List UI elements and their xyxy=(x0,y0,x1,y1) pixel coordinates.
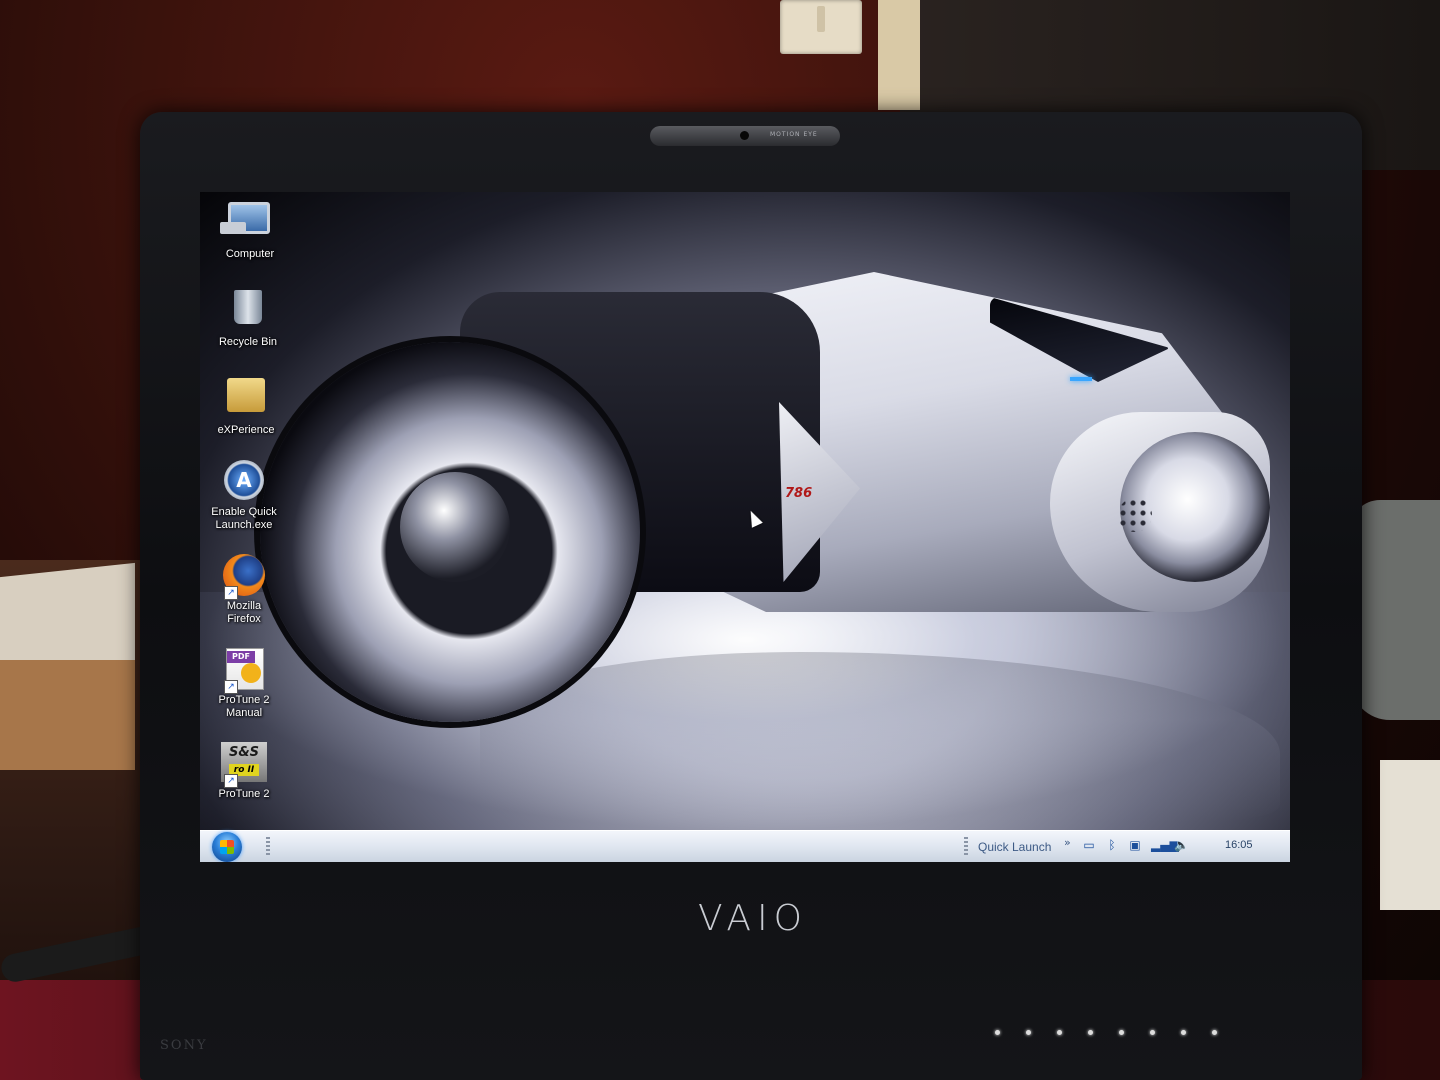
shortcut-arrow-icon: ↗ xyxy=(224,586,238,600)
status-lights xyxy=(995,1030,1217,1035)
desktop-icon-protune-manual[interactable]: ↗ ProTune 2 Manual xyxy=(200,648,288,720)
book xyxy=(1380,760,1440,910)
desktop-icon-label: Enable Quick Launch.exe xyxy=(211,506,277,531)
cardboard-box xyxy=(0,660,135,770)
webcam-lens-icon xyxy=(740,131,749,140)
aim-icon: A xyxy=(222,460,266,504)
sony-logo: SONY xyxy=(160,1038,208,1053)
volume-icon[interactable]: 🔈 xyxy=(1174,837,1189,853)
taskbar: Quick Launch » ▭ ᛒ ▣ ▂▄▆ 🔈 16:05 xyxy=(200,830,1290,862)
status-light xyxy=(1212,1030,1217,1035)
signal-strength-icon[interactable]: ▂▄▆ xyxy=(1151,837,1179,853)
start-button[interactable] xyxy=(212,832,242,862)
desktop-icon-protune[interactable]: S&S ro II ↗ ProTune 2 xyxy=(200,742,288,801)
desktop-icon-firefox[interactable]: ↗ Mozilla Firefox xyxy=(200,554,288,626)
ss-logo-text: S&S xyxy=(228,745,260,760)
desktop-icon-computer[interactable]: Computer xyxy=(206,194,294,261)
desktop-icon-recycle-bin[interactable]: Recycle Bin xyxy=(204,284,292,349)
quick-launch-chevron-icon[interactable]: » xyxy=(1064,836,1071,849)
wallpaper-speaker-grille xyxy=(1118,498,1152,532)
quick-launch-toolbar-label[interactable]: Quick Launch xyxy=(978,840,1051,854)
cloth xyxy=(1350,500,1440,720)
desktop-icon-label: Computer xyxy=(225,248,275,260)
desktop-icon-label: eXPerience xyxy=(217,424,275,436)
desktop-screen[interactable]: 786 Computer Recycle Bin eXPerience A En… xyxy=(200,192,1290,862)
windows-logo-icon xyxy=(220,840,234,854)
desktop-icon-label: Mozilla Firefox xyxy=(226,600,262,625)
taskbar-grip[interactable] xyxy=(964,837,968,857)
wallpaper-blue-light xyxy=(1070,377,1092,381)
door-trim xyxy=(878,0,920,110)
light-switch-toggle xyxy=(817,6,825,32)
vaio-logo: VAIO xyxy=(698,898,808,939)
show-desktop-icon[interactable]: ▭ xyxy=(1082,837,1096,853)
computer-icon xyxy=(228,202,272,246)
desktop-icon-enable-quick-launch[interactable]: A Enable Quick Launch.exe xyxy=(200,460,288,532)
desktop-icon-experience[interactable]: eXPerience xyxy=(202,372,290,437)
recycle-bin-icon xyxy=(226,290,270,334)
firefox-icon: ↗ xyxy=(222,554,266,600)
taskbar-clock[interactable]: 16:05 xyxy=(1225,839,1253,851)
desktop-icon-label: ProTune 2 Manual xyxy=(218,694,270,719)
system-tray: ▭ ᛒ ▣ ▂▄▆ 🔈 xyxy=(1082,837,1189,853)
folder-icon xyxy=(224,378,268,422)
pdf-icon: ↗ xyxy=(222,648,266,694)
wallpaper-bike-number: 786 xyxy=(785,486,813,501)
network-icon[interactable]: ▣ xyxy=(1128,837,1142,853)
desktop-icon-label: ProTune 2 xyxy=(218,788,270,800)
status-light xyxy=(1026,1030,1031,1035)
status-light xyxy=(1150,1030,1155,1035)
taskbar-grip[interactable] xyxy=(266,837,270,857)
desktop-icon-label: Recycle Bin xyxy=(218,336,278,348)
status-light xyxy=(1119,1030,1124,1035)
shortcut-arrow-icon: ↗ xyxy=(224,680,238,694)
ss-protune-icon: S&S ro II ↗ xyxy=(221,742,267,788)
status-light xyxy=(1057,1030,1062,1035)
shortcut-arrow-icon: ↗ xyxy=(224,774,238,788)
status-light xyxy=(1181,1030,1186,1035)
webcam-label: MOTION EYE xyxy=(770,131,818,138)
status-light xyxy=(995,1030,1000,1035)
wallpaper-wheel-hub xyxy=(400,472,510,582)
bluetooth-icon[interactable]: ᛒ xyxy=(1105,837,1119,853)
status-light xyxy=(1088,1030,1093,1035)
